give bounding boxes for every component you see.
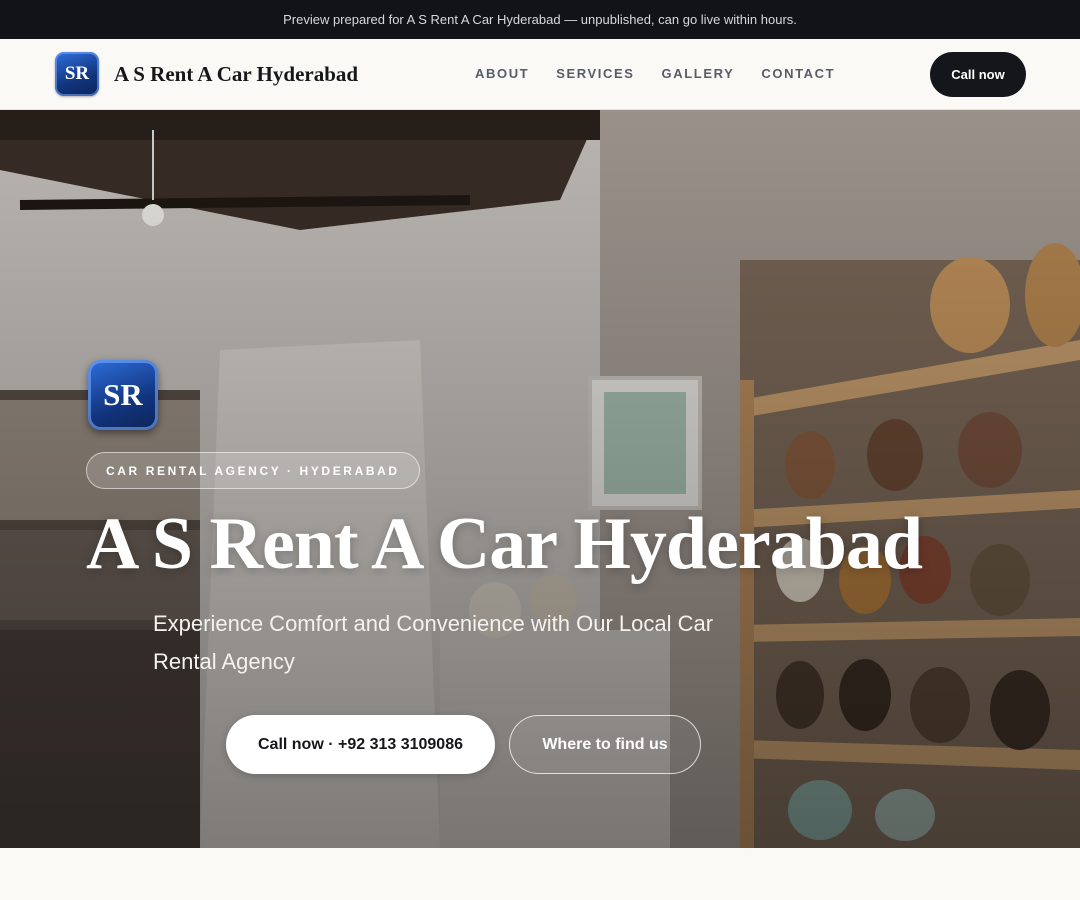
preview-banner: Preview prepared for A S Rent A Car Hyde… (0, 0, 1080, 39)
nav-link-services[interactable]: SERVICES (556, 66, 634, 81)
site-header: SR A S Rent A Car Hyderabad ABOUT SERVIC… (0, 39, 1080, 110)
hero-tag-text: CAR RENTAL AGENCY · HYDERABAD (106, 463, 400, 478)
hero-logo-text: SR (103, 377, 143, 412)
nav-link-contact[interactable]: CONTACT (761, 66, 835, 81)
header-call-button[interactable]: Call now (930, 52, 1026, 97)
hero-category-tag: CAR RENTAL AGENCY · HYDERABAD (86, 452, 420, 489)
preview-banner-text: Preview prepared for A S Rent A Car Hyde… (283, 12, 797, 27)
logo-icon[interactable]: SR (55, 52, 99, 96)
call-now-button[interactable]: Call now · +92 313 3109086 (226, 715, 495, 774)
nav-link-gallery[interactable]: GALLERY (662, 66, 735, 81)
logo-text: SR (64, 63, 90, 84)
hero-section: SR CAR RENTAL AGENCY · HYDERABAD A S Ren… (0, 110, 1080, 848)
brand-name[interactable]: A S Rent A Car Hyderabad (114, 62, 358, 87)
hero-subtitle: Experience Comfort and Convenience with … (153, 611, 714, 674)
hero-title: A S Rent A Car Hyderabad (86, 503, 923, 585)
hero-logo-icon: SR (88, 360, 158, 430)
where-to-find-us-button[interactable]: Where to find us (509, 715, 701, 774)
nav-link-about[interactable]: ABOUT (475, 66, 529, 81)
main-nav: ABOUT SERVICES GALLERY CONTACT (475, 66, 835, 81)
